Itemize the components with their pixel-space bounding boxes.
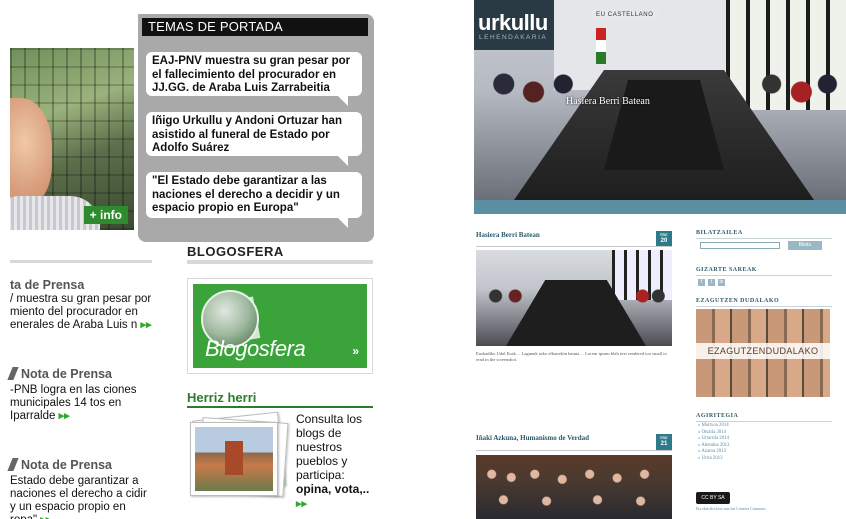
featured-photo[interactable]: + info — [10, 48, 134, 230]
license-text: Eta ekin dira bere aste bat Creative Com… — [696, 507, 836, 512]
archive-item[interactable]: » Urtarrila 2014 — [698, 436, 729, 443]
post-date-day: 20 — [660, 238, 668, 244]
hero-caption[interactable]: Hasiera Berri Batean — [566, 96, 650, 107]
town-photo — [195, 427, 273, 491]
post-excerpt: Euskadiko Udal Eusk… Lagunak asko elkarr… — [476, 351, 667, 363]
archive-item[interactable]: » Urria 2013 — [698, 456, 729, 463]
sidebar-divider — [696, 275, 832, 276]
post-title-link[interactable]: Iñaki Azkuna, Humanismo de Verdad — [476, 434, 589, 442]
pen-icon — [7, 458, 19, 471]
photo-stack-front[interactable] — [190, 422, 278, 496]
double-chevron-right-icon: ▸▸ — [58, 410, 70, 422]
ezagutzen-banner[interactable]: EZAGUTZENDUDALAKO — [696, 309, 830, 397]
herriz-herri-divider — [187, 406, 373, 408]
flag-icon — [596, 28, 606, 64]
herriz-herri-title: Herriz herri — [187, 390, 257, 405]
post-divider — [476, 246, 672, 247]
blogosfera-logo-text: Blogosfera — [205, 336, 306, 361]
double-chevron-right-icon: ▸▸ — [40, 514, 51, 519]
nota-prensa-heading: Nota de Prensa — [7, 458, 113, 472]
brand-logo[interactable]: urkullu — [478, 10, 548, 36]
post-date-day: 21 — [660, 441, 668, 447]
ezagutzen-title: EZAGUTZEN DUDALAKO — [696, 298, 780, 304]
search-input[interactable] — [700, 242, 780, 249]
headline-bubble[interactable]: Iñigo Urkullu y Andoni Ortuzar han asist… — [146, 112, 362, 166]
post-divider — [476, 450, 672, 451]
post-date-badge: Mar 21 — [656, 434, 672, 450]
temas-portada-header: TEMAS DE PORTADA — [142, 18, 368, 36]
nota-body: -PNB logra en las ciones municipales 14 … — [10, 384, 137, 422]
linkedin-icon[interactable]: in — [718, 279, 725, 286]
archive-item[interactable]: » Martxoa 2014 — [698, 423, 729, 430]
nota-heading-text: ta de Prensa — [10, 278, 85, 292]
consulta-blogs-text[interactable]: Consulta los blogs de nuestros pueblos y… — [296, 412, 374, 511]
headline-bubble[interactable]: "El Estado debe garantizar a las nacione… — [146, 172, 362, 228]
post-title-link[interactable]: Hasiera Berri Batean — [476, 231, 540, 239]
archive-item[interactable]: » Azaroa 2013 — [698, 449, 729, 456]
sidebar-divider — [696, 421, 832, 422]
ezagutzen-band-text: EZAGUTZENDUDALAKO — [696, 343, 830, 359]
blogosfera-divider — [187, 260, 373, 264]
blogosfera-title: BLOGOSFERA — [187, 244, 284, 259]
post-date-badge: Mar 20 — [656, 231, 672, 247]
brand-subtitle: LEHENDAKARIA — [479, 34, 548, 41]
nota-heading-text: Nota de Prensa — [21, 367, 113, 381]
consulta-bold-text: opina, vota,.. — [296, 482, 370, 496]
double-chevron-right-icon: ▸▸ — [296, 498, 308, 510]
social-title: GIZARTE SAREAK — [696, 267, 757, 273]
right-panel: urkullu LEHENDAKARIA EU CASTELLANO Hasie… — [474, 0, 846, 519]
nota-prensa-heading: Nota de Prensa — [7, 367, 113, 381]
post-image[interactable] — [476, 250, 672, 346]
nota-heading-text: Nota de Prensa — [21, 458, 113, 472]
archive-title: AGIRITEGIA — [696, 413, 739, 419]
archive-list: » Martxoa 2014 » Otsaila 2014 » Urtarril… — [698, 423, 729, 463]
blogosfera-banner[interactable]: Blogosfera » — [193, 284, 367, 368]
pen-icon — [7, 367, 19, 380]
twitter-icon[interactable]: t — [708, 279, 715, 286]
hero-bottom-bar — [474, 200, 846, 214]
creative-commons-icon[interactable]: CC BY SA — [696, 492, 730, 504]
double-chevron-right-icon: ▸▸ — [140, 319, 152, 331]
post-image-crowd — [476, 455, 672, 519]
license-link[interactable]: Creative Commons — [736, 507, 765, 511]
left-panel: + info TEMAS DE PORTADA EAJ-PNV muestra … — [0, 0, 460, 519]
post-image[interactable] — [476, 455, 672, 519]
nota-prensa-heading: ta de Prensa — [10, 278, 84, 292]
info-button[interactable]: + info — [83, 206, 128, 224]
nota-prensa-text[interactable]: Estado debe garantizar a naciones el der… — [10, 475, 155, 519]
search-title: BILATZAILEA — [696, 230, 743, 236]
archive-item[interactable]: » Otsaila 2014 — [698, 430, 729, 437]
archive-item[interactable]: » Abendua 2013 — [698, 443, 729, 450]
license-body: Eta ekin dira bere aste bat — [696, 507, 736, 511]
nota-prensa-text[interactable]: -PNB logra en las ciones municipales 14 … — [10, 384, 155, 423]
nota-prensa-text[interactable]: / muestra su gran pesar por miento del p… — [10, 293, 155, 332]
search-button[interactable]: Bilatu — [788, 241, 822, 250]
consulta-text: Consulta los blogs de nuestros pueblos y… — [296, 412, 363, 482]
nota-body: Estado debe garantizar a naciones el der… — [10, 475, 147, 519]
double-chevron-right-icon: » — [352, 344, 359, 358]
facebook-icon[interactable]: f — [698, 279, 705, 286]
language-nav[interactable]: EU CASTELLANO — [590, 11, 660, 19]
headline-bubble[interactable]: EAJ-PNV muestra su gran pesar por el fal… — [146, 52, 362, 106]
sidebar-divider — [696, 238, 832, 239]
sidebar-divider — [696, 306, 832, 307]
hero-banner[interactable]: urkullu LEHENDAKARIA EU CASTELLANO Hasie… — [474, 0, 846, 200]
nota-body: / muestra su gran pesar por miento del p… — [10, 293, 152, 331]
left-column-divider — [10, 260, 152, 263]
